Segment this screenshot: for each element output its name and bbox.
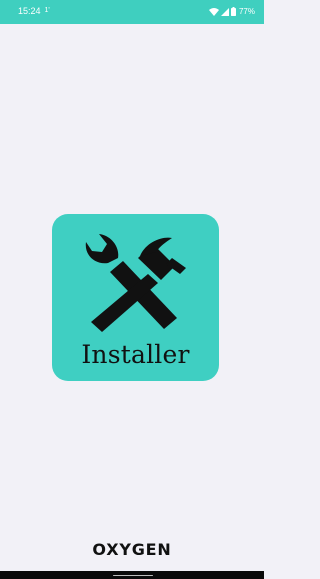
status-time: 15:24 [18,6,41,16]
status-notification: 1' [44,7,50,14]
tools-icon [85,234,186,332]
wifi-icon [208,7,219,16]
navigation-bar [0,571,264,579]
battery-percentage: 77% [238,7,255,16]
status-right: 77% [208,6,255,17]
app-name-label: Installer [81,340,190,369]
app-screen: { "status_bar": { "time": "15:24", "extr… [0,0,264,579]
brand-logo: OXYGEN [92,540,172,559]
signal-icon [220,7,229,16]
battery-icon [230,7,236,16]
status-left: 15:24 1' [18,6,50,17]
home-gesture-handle[interactable] [113,575,153,576]
installer-app-tile: Installer [52,214,219,381]
status-bar: 15:24 1' 77% [0,0,264,24]
